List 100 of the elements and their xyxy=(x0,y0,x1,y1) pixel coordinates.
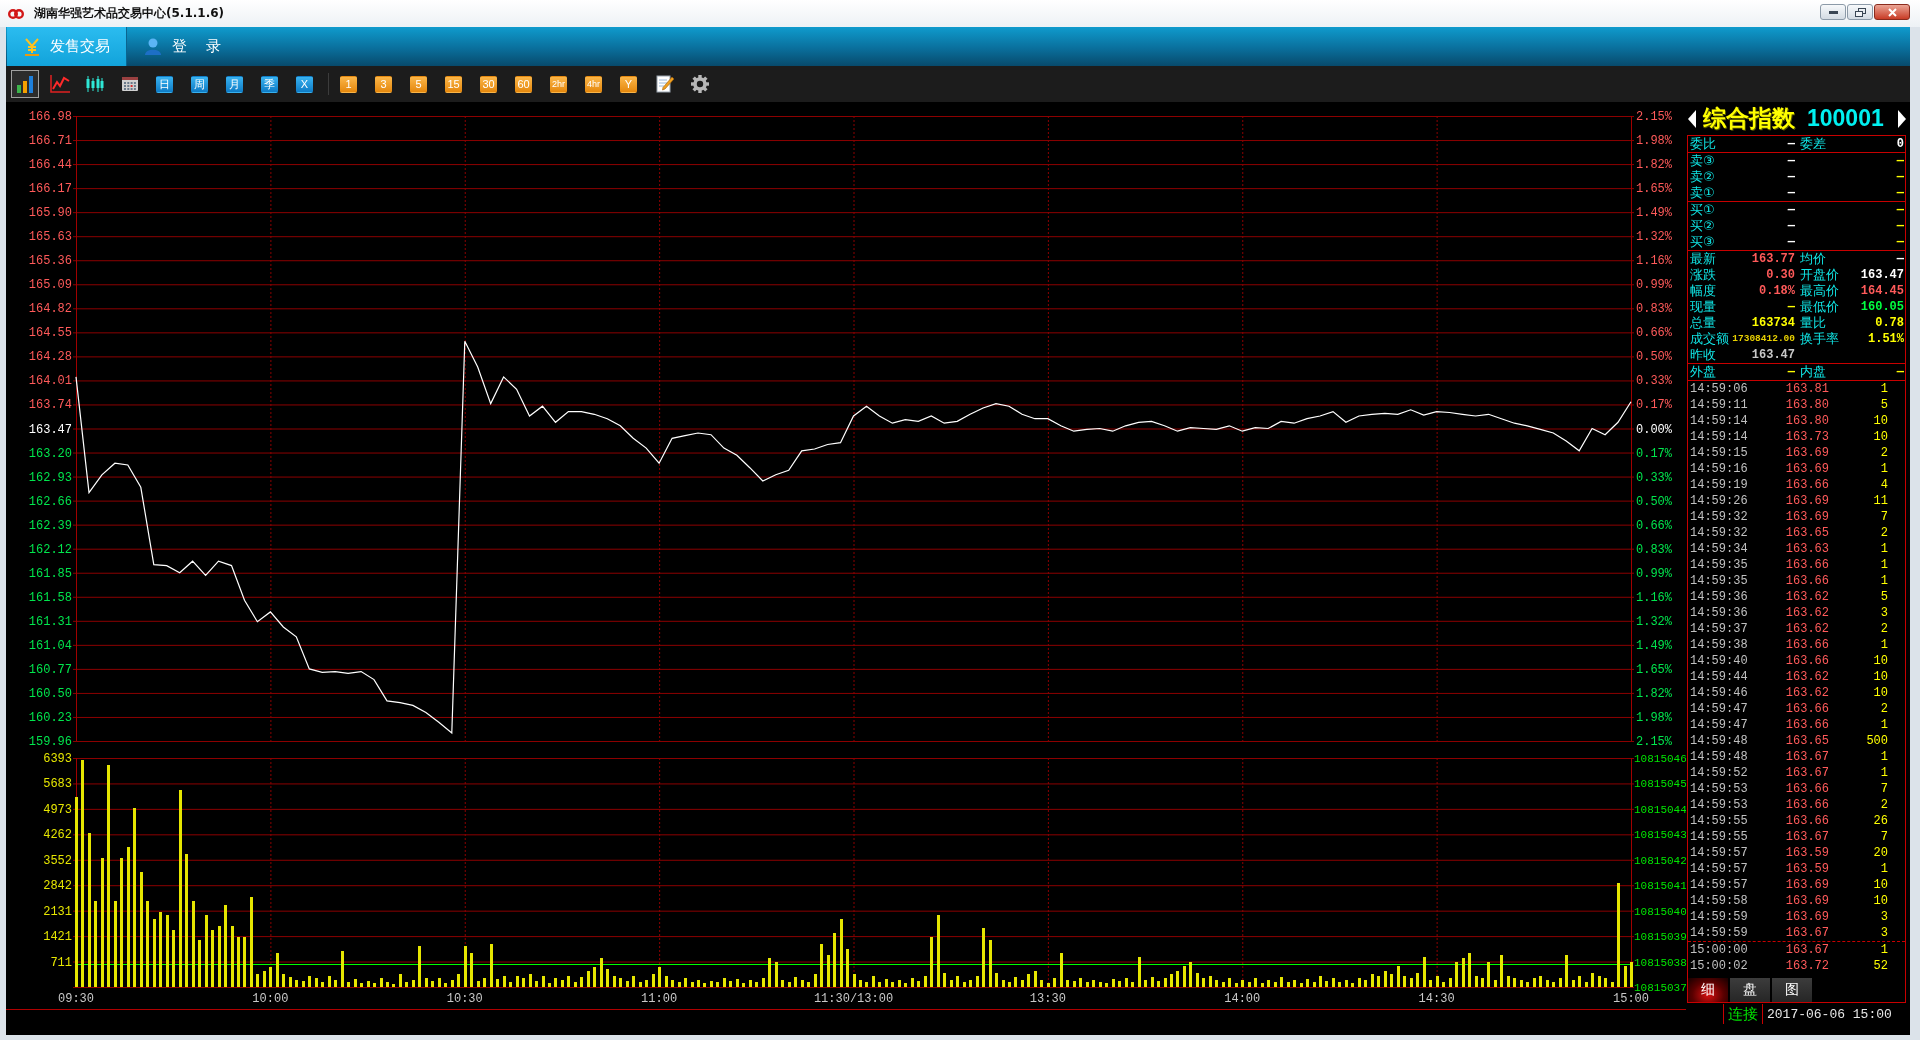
period-button[interactable]: 周 xyxy=(191,75,208,93)
trade-price: 163.69 xyxy=(1784,493,1829,509)
percent-axis-label: 1.32% xyxy=(1636,614,1672,629)
volume-bar xyxy=(1384,971,1387,987)
volume-bar xyxy=(1293,980,1296,987)
panel-tab[interactable]: 细 xyxy=(1688,978,1728,1002)
quote-label: 内盘 xyxy=(1800,364,1826,380)
trade-volume: 3 xyxy=(1879,925,1888,941)
price-axis-label: 159.96 xyxy=(28,735,72,749)
panel-tab[interactable]: 图 xyxy=(1772,978,1812,1002)
trade-price: 163.69 xyxy=(1784,509,1829,525)
interval-button[interactable]: 1 xyxy=(340,75,357,93)
chart-view-button[interactable] xyxy=(11,70,39,98)
volume-bar xyxy=(542,976,545,987)
volume-bar xyxy=(166,915,169,987)
volume-bar xyxy=(1624,966,1627,987)
volume-bar xyxy=(878,982,881,987)
volume-bar xyxy=(1151,977,1154,987)
percent-axis-label: 0.50% xyxy=(1636,350,1672,365)
volume-bar xyxy=(833,933,836,987)
restore-button[interactable] xyxy=(1847,4,1873,20)
percent-axis-label: 1.49% xyxy=(1636,638,1672,653)
interval-button[interactable]: 2hr xyxy=(550,75,567,93)
trade-volume: 20 xyxy=(1872,845,1888,861)
volume-bar xyxy=(503,976,506,987)
volume-bar xyxy=(302,981,305,987)
trade-price: 163.65 xyxy=(1784,525,1829,541)
interval-button[interactable]: 15 xyxy=(445,75,462,93)
notes-button[interactable] xyxy=(654,73,677,95)
volume-bar xyxy=(218,926,221,987)
settings-button[interactable] xyxy=(689,73,712,95)
interval-button[interactable]: Y xyxy=(620,75,638,93)
trade-volume: 10 xyxy=(1872,653,1888,669)
volume-bar xyxy=(1351,983,1354,987)
volume-axis-label: 10815045 xyxy=(1634,778,1686,791)
interval-button[interactable]: 4hr xyxy=(585,75,603,93)
volume-bar xyxy=(1325,981,1328,987)
volume-bar xyxy=(814,974,817,987)
nav-tab[interactable]: 发售交易 xyxy=(7,27,127,66)
order-level-label: 卖② xyxy=(1690,169,1715,185)
volume-bar xyxy=(1513,978,1516,987)
volume-bar xyxy=(451,980,454,987)
caret-right-icon[interactable] xyxy=(1898,109,1906,128)
trade-price: 163.62 xyxy=(1784,605,1829,621)
quote-value: — xyxy=(1787,364,1795,380)
period-button[interactable]: 日 xyxy=(156,75,173,93)
order-volume: — xyxy=(1896,218,1904,234)
nav-tab[interactable]: 登 录 xyxy=(127,27,242,66)
volume-bar xyxy=(405,982,408,987)
panel-tab[interactable]: 盘 xyxy=(1730,978,1770,1002)
close-button[interactable] xyxy=(1874,4,1910,20)
price-axis-label: 161.04 xyxy=(28,638,72,653)
trade-time: 14:59:32 xyxy=(1690,509,1749,525)
caret-left-icon[interactable] xyxy=(1688,109,1696,128)
volume-bar xyxy=(1364,980,1367,987)
period-button[interactable]: 月 xyxy=(226,75,243,93)
trade-volume: 10 xyxy=(1872,893,1888,909)
interval-button[interactable]: 5 xyxy=(410,75,427,93)
interval-button[interactable]: 60 xyxy=(515,75,532,93)
percent-axis-label: 0.66% xyxy=(1636,326,1672,341)
period-button[interactable]: X xyxy=(296,75,313,93)
volume-bar xyxy=(1235,983,1238,987)
volume-bar xyxy=(1500,955,1503,987)
volume-bar xyxy=(263,971,266,987)
trade-time: 14:59:11 xyxy=(1690,397,1749,413)
trade-volume: 3 xyxy=(1879,909,1888,925)
volume-bar xyxy=(859,980,862,987)
quote-label: 现量 xyxy=(1690,299,1716,315)
minimize-button[interactable] xyxy=(1820,4,1846,20)
volume-axis-label: 4262 xyxy=(43,828,72,843)
trade-price: 163.66 xyxy=(1784,573,1829,589)
percent-axis-label: 1.32% xyxy=(1636,230,1672,245)
volume-bar xyxy=(354,979,357,987)
quote-value: 17308412.00 xyxy=(1732,332,1795,346)
interval-button[interactable]: 3 xyxy=(375,75,392,93)
quote-label: 外盘 xyxy=(1690,364,1716,380)
volume-bar xyxy=(205,915,208,987)
volume-bar xyxy=(392,984,395,987)
volume-bar xyxy=(1073,981,1076,987)
trade-volume: 5 xyxy=(1879,589,1888,605)
volume-bar xyxy=(1552,982,1555,987)
volume-bar xyxy=(1222,982,1225,987)
volume-bar xyxy=(723,978,726,987)
volume-axis-label: 711 xyxy=(50,955,72,970)
price-axis-label: 165.90 xyxy=(28,206,72,221)
trade-price: 163.59 xyxy=(1784,845,1829,861)
user-icon xyxy=(145,38,161,55)
volume-bar xyxy=(1539,976,1542,987)
period-button[interactable]: 季 xyxy=(261,75,278,93)
volume-bar xyxy=(684,978,687,987)
interval-button[interactable]: 30 xyxy=(480,75,497,93)
quote-value: 163.47 xyxy=(1860,267,1904,283)
volume-bar xyxy=(1319,976,1322,987)
trade-time: 14:59:55 xyxy=(1690,829,1749,845)
volume-bar xyxy=(1021,980,1024,987)
volume-bar xyxy=(580,977,583,987)
volume-bar xyxy=(1144,980,1147,987)
volume-bar xyxy=(1228,978,1231,987)
quote-label: 量比 xyxy=(1800,315,1826,331)
volume-bar xyxy=(1189,962,1192,987)
